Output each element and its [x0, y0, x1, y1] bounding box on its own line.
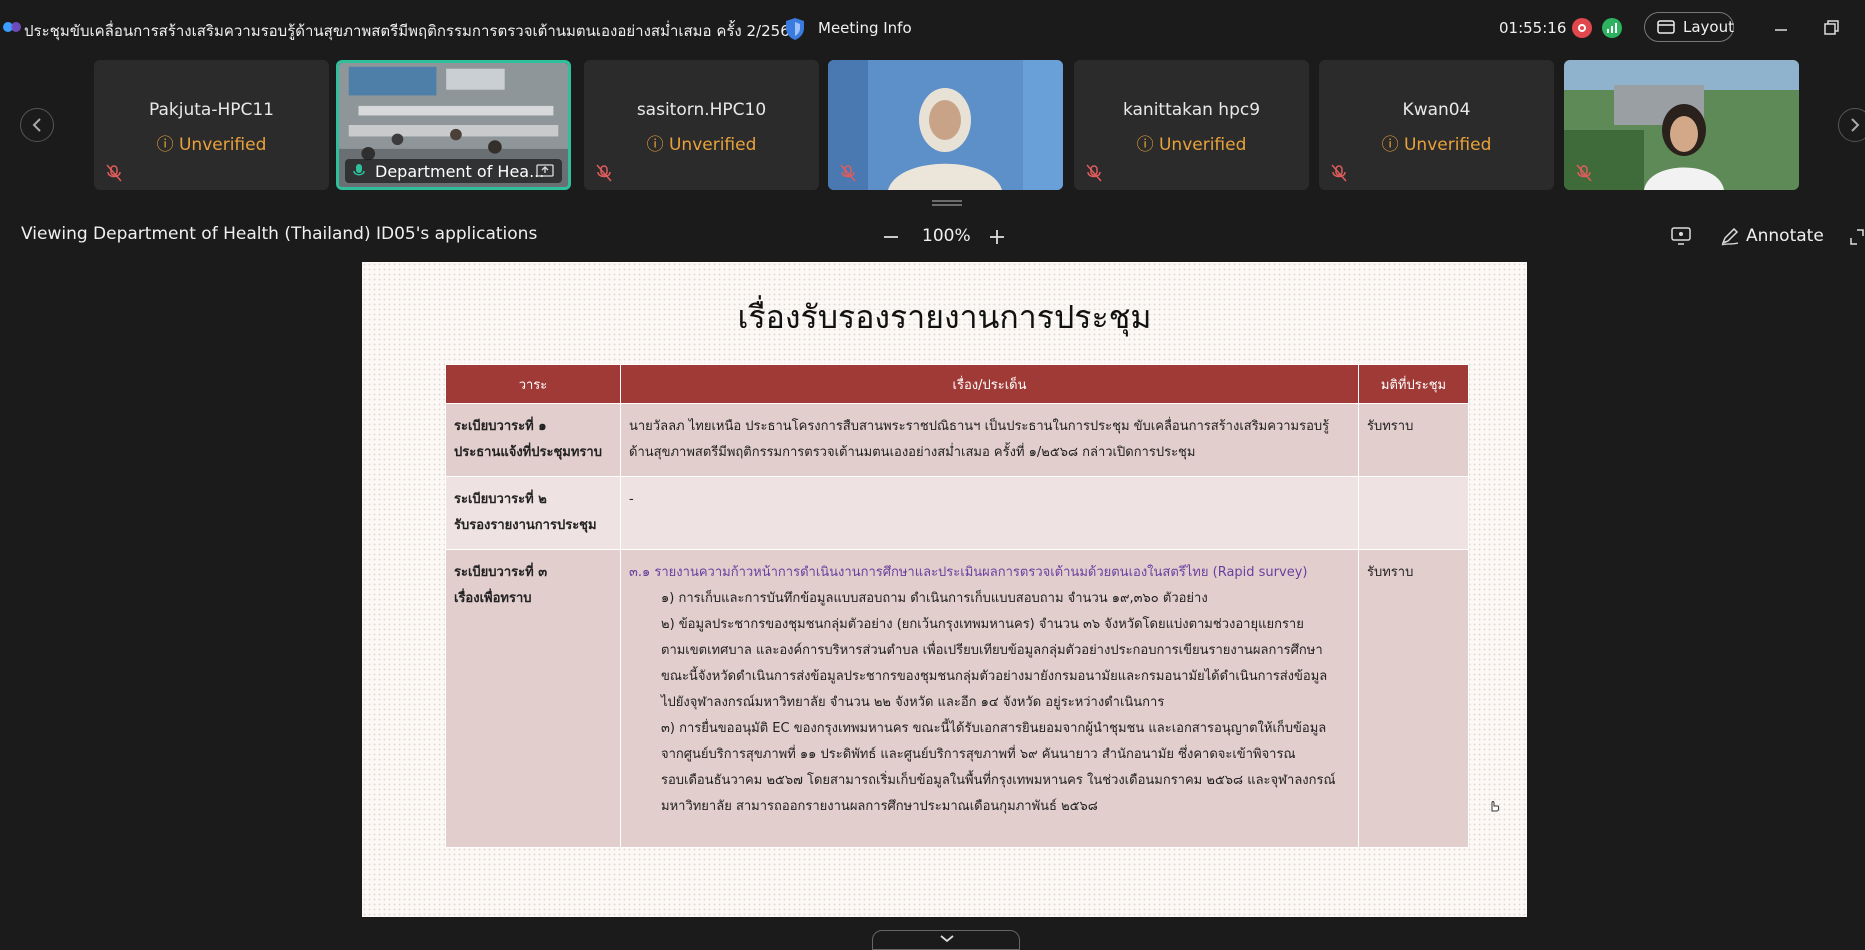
- layout-icon: [1657, 20, 1675, 34]
- participant-name: sasitorn.HPC10: [636, 100, 767, 120]
- table-header-row: วาระ เรื่อง/ประเด็น มติที่ประชุม: [445, 364, 1469, 404]
- viewing-label: Viewing Department of Health (Thailand) …: [21, 224, 538, 244]
- agenda-cell: ระเบียบวาระที่ ๒รับรองรายงานการประชุม: [445, 476, 621, 550]
- zoom-level: 100%: [922, 226, 971, 246]
- resolution-cell: [1358, 476, 1469, 550]
- expand-icon[interactable]: [1850, 228, 1864, 246]
- video-feed-person: [828, 60, 1063, 190]
- annotate-label: Annotate: [1746, 226, 1824, 246]
- mic-muted-icon: [840, 164, 856, 182]
- chevron-down-icon: [940, 935, 954, 943]
- participant-name: kanittakan hpc9: [1122, 100, 1261, 120]
- mic-muted-icon: [1086, 164, 1102, 182]
- mic-muted-icon: [1576, 164, 1592, 182]
- mic-muted-icon: [106, 164, 122, 182]
- chevron-left-icon: [32, 118, 41, 132]
- slide-title: เรื่องรับรองรายงานการประชุม: [737, 298, 1152, 336]
- meeting-title: ประชุมขับเคลื่อนการสร้างเสริมความรอบรู้ด…: [24, 22, 800, 40]
- resolution-cell: รับทราบ: [1358, 403, 1469, 477]
- table-row: ระเบียบวาระที่ ๑ประธานแจ้งที่ประชุมทราบ …: [445, 403, 1469, 477]
- agenda-table: วาระ เรื่อง/ประเด็น มติที่ประชุม ระเบียบ…: [445, 364, 1469, 848]
- hand-cursor-icon: [1491, 801, 1500, 812]
- topic-cell: นายวัลลภ ไทยเหนือ ประธานโครงการสืบสานพระ…: [620, 403, 1359, 477]
- meeting-timer: 01:55:16: [1499, 19, 1567, 37]
- unverified-label: ⓘ Unverified: [646, 135, 757, 155]
- mic-active-icon: [353, 164, 365, 176]
- participant-tile[interactable]: sasitorn.HPC10 ⓘ Unverified: [584, 60, 819, 190]
- video-feed-virtual-background: [1564, 60, 1799, 190]
- resize-grip-icon[interactable]: [932, 199, 962, 207]
- participant-name: Kwan04: [1402, 100, 1471, 120]
- title-bar: ประชุมขับเคลื่อนการสร้างเสริมความรอบรู้ด…: [0, 0, 1865, 56]
- minimize-icon[interactable]: [1770, 18, 1792, 38]
- shared-slide: เรื่องรับรองรายงานการประชุม วาระ เรื่อง/…: [362, 262, 1527, 917]
- participant-name: Pakjuta-HPC11: [148, 100, 274, 120]
- show-controls-tab[interactable]: [872, 930, 1020, 950]
- topic-cell: ๓.๑ รายงานความก้าวหน้าการดำเนินงานการศึก…: [620, 549, 1359, 848]
- recording-icon[interactable]: [1572, 18, 1592, 38]
- header-agenda: วาระ: [445, 364, 621, 404]
- unverified-label: ⓘ Unverified: [156, 135, 267, 155]
- participant-tile-active[interactable]: Department of Hea...: [336, 60, 571, 190]
- shared-content-icon[interactable]: [1670, 226, 1692, 246]
- participant-tile[interactable]: [828, 60, 1063, 190]
- mic-muted-icon: [596, 164, 612, 182]
- agenda-cell: ระเบียบวาระที่ ๓เรื่องเพื่อทราบ: [445, 549, 621, 848]
- participant-tile[interactable]: Kwan04 ⓘ Unverified: [1319, 60, 1554, 190]
- participant-name: Department of Hea...: [375, 162, 545, 181]
- agenda-cell: ระเบียบวาระที่ ๑ประธานแจ้งที่ประชุมทราบ: [445, 403, 621, 477]
- mic-muted-icon: [1331, 164, 1347, 182]
- participant-tile[interactable]: [1564, 60, 1799, 190]
- meeting-info-button[interactable]: Meeting Info: [818, 19, 912, 37]
- header-topic: เรื่อง/ประเด็น: [620, 364, 1359, 404]
- shield-icon[interactable]: [785, 17, 805, 41]
- pen-icon: [1721, 228, 1739, 246]
- unverified-label: ⓘ Unverified: [1136, 135, 1247, 155]
- header-resolution: มติที่ประชุม: [1358, 364, 1469, 404]
- participant-tile[interactable]: kanittakan hpc9 ⓘ Unverified: [1074, 60, 1309, 190]
- screen-share-icon: [536, 164, 554, 177]
- participant-tile[interactable]: Pakjuta-HPC11 ⓘ Unverified: [94, 60, 329, 190]
- network-health-icon[interactable]: [1602, 18, 1622, 38]
- layout-button[interactable]: Layout: [1644, 12, 1734, 42]
- next-participants-button[interactable]: [1838, 108, 1865, 142]
- participant-name-bar: Department of Hea...: [345, 159, 562, 183]
- topic-cell: -: [620, 476, 1359, 550]
- layout-label: Layout: [1683, 18, 1734, 36]
- chevron-right-icon: [1851, 118, 1860, 132]
- unverified-label: ⓘ Unverified: [1381, 135, 1492, 155]
- restore-icon[interactable]: [1820, 18, 1842, 38]
- previous-participants-button[interactable]: [20, 108, 54, 142]
- resolution-cell: รับทราบ: [1358, 549, 1469, 848]
- topic-heading: ๓.๑ รายงานความก้าวหน้าการดำเนินงานการศึก…: [629, 565, 1308, 580]
- zoom-out-icon[interactable]: [880, 226, 902, 248]
- webex-logo-icon: [3, 22, 21, 32]
- table-row: ระเบียบวาระที่ ๒รับรองรายงานการประชุม -: [445, 476, 1469, 550]
- table-row: ระเบียบวาระที่ ๓เรื่องเพื่อทราบ ๓.๑ รายง…: [445, 549, 1469, 848]
- zoom-in-icon[interactable]: [986, 226, 1008, 248]
